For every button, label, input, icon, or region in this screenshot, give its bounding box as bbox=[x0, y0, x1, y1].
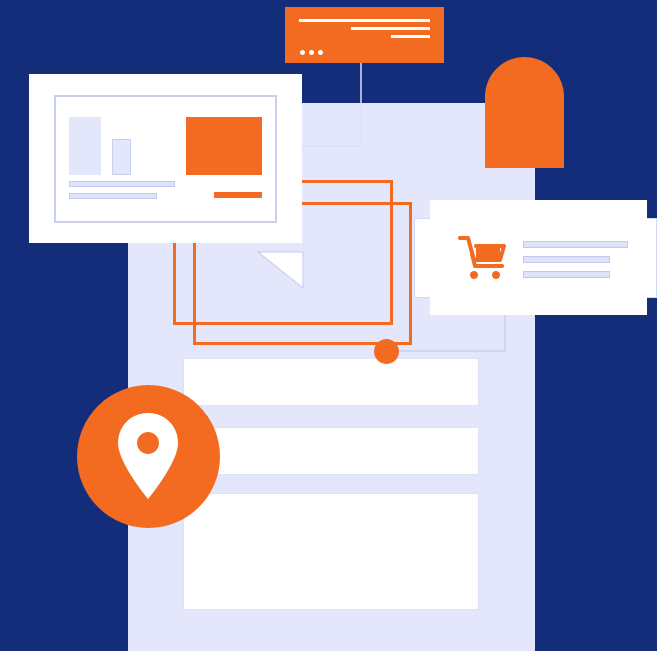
form-textarea[interactable] bbox=[183, 493, 479, 610]
message-line-3 bbox=[391, 35, 430, 38]
dashboard-card[interactable] bbox=[29, 74, 302, 243]
more-dots-icon[interactable] bbox=[300, 50, 324, 56]
cta-line bbox=[214, 192, 262, 198]
text-line-2 bbox=[69, 193, 157, 199]
chart-bar-short bbox=[112, 139, 131, 175]
message-card[interactable] bbox=[285, 7, 444, 63]
connector-dot bbox=[374, 339, 399, 364]
text-line-1 bbox=[69, 181, 175, 187]
form-field-1[interactable] bbox=[183, 358, 479, 406]
shopping-cart-icon[interactable] bbox=[458, 234, 508, 282]
cart-line-3 bbox=[523, 271, 610, 278]
message-line-2 bbox=[351, 27, 430, 30]
image-block bbox=[186, 117, 262, 175]
map-pin-icon bbox=[118, 413, 178, 499]
cart-line-2 bbox=[523, 256, 610, 263]
cart-line-1 bbox=[523, 241, 628, 248]
cursor-icon bbox=[256, 251, 304, 290]
form-field-2[interactable] bbox=[183, 427, 479, 475]
cart-card[interactable] bbox=[430, 200, 647, 315]
message-line-1 bbox=[299, 19, 430, 22]
arch-shape bbox=[485, 57, 564, 168]
location-badge[interactable] bbox=[77, 385, 220, 528]
chart-bar-tall bbox=[69, 117, 101, 175]
